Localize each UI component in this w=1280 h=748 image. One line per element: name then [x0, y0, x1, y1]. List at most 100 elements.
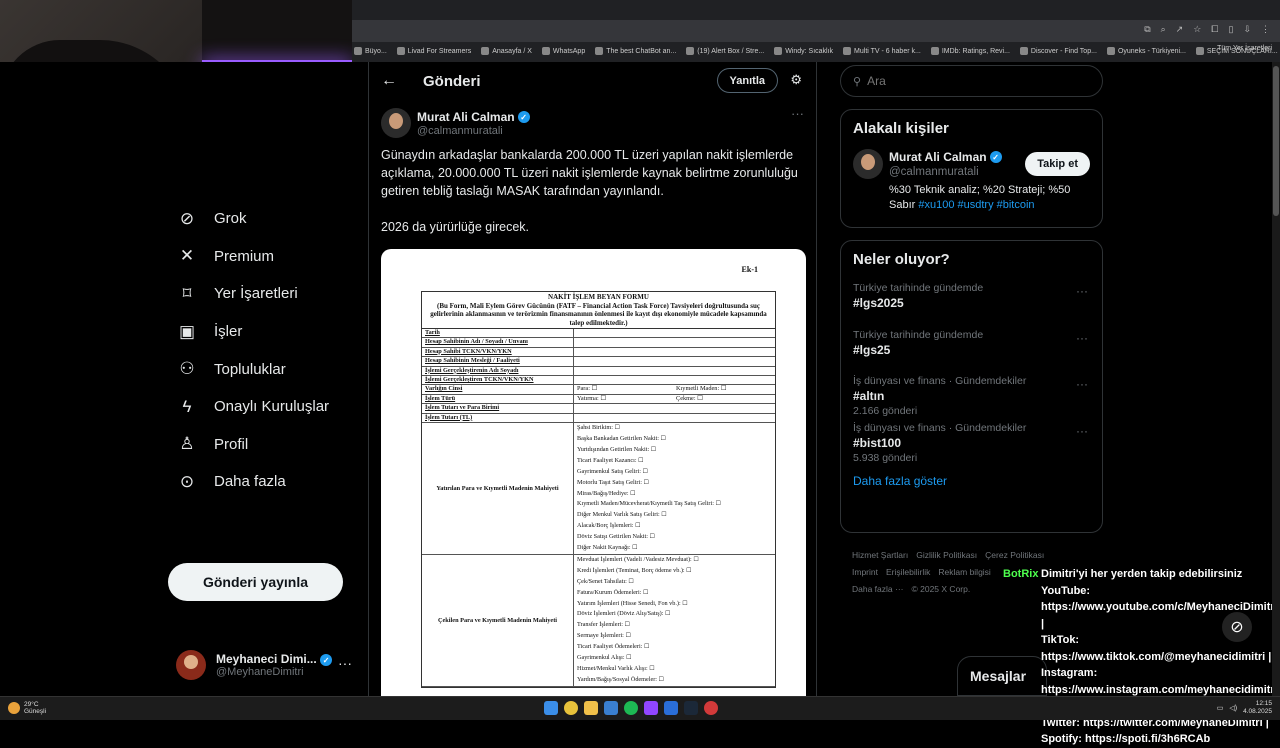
- address-bar[interactable]: [352, 20, 1280, 42]
- scrollbar[interactable]: [1272, 62, 1280, 696]
- author-avatar[interactable]: [381, 108, 411, 138]
- bookmark-item[interactable]: Büyo...: [354, 47, 387, 55]
- nav-item-4[interactable]: ▣ İşler: [168, 313, 358, 351]
- favicon-icon: [774, 47, 783, 55]
- post-button[interactable]: Gönderi yayınla: [168, 563, 343, 601]
- taskbar-apps: [544, 701, 718, 715]
- trends-card: Neler oluyor? Türkiye tarihinde gündemde…: [840, 240, 1103, 533]
- bookmark-item[interactable]: Anasayfa / X: [481, 47, 532, 55]
- trend-title: #lgs25: [853, 342, 891, 357]
- scrollbar-thumb[interactable]: [1273, 66, 1279, 216]
- install-icon[interactable]: ⧉: [1144, 24, 1150, 35]
- bio-hashtags[interactable]: #xu100 #usdtry #bitcoin: [918, 199, 1034, 211]
- weather-widget[interactable]: 29°C Güneşli: [8, 701, 46, 715]
- bookmark-item[interactable]: (19) Alert Box / Stre...: [686, 47, 764, 55]
- search-input[interactable]: [867, 74, 1068, 88]
- avatar[interactable]: [853, 149, 883, 179]
- more-dots-icon[interactable]: ···: [791, 106, 804, 121]
- trend-item[interactable]: Türkiye tarihinde gündemde #lgs25 ···: [841, 325, 1102, 372]
- footer-link[interactable]: Çerez Politikası: [985, 550, 1044, 560]
- more-dots-icon[interactable]: ···: [1076, 377, 1088, 391]
- extensions-icon[interactable]: ⧠: [1211, 24, 1218, 35]
- show-more-link[interactable]: Daha fazla göster: [841, 464, 1102, 496]
- clock[interactable]: 12:15 4.08.2025: [1243, 700, 1272, 716]
- row-label: İşlem Türü: [422, 394, 574, 404]
- volume-icon[interactable]: ◁): [1229, 704, 1237, 712]
- nav-label: Onaylı Kuruluşlar: [214, 398, 330, 416]
- spotify-icon[interactable]: [624, 701, 638, 715]
- related-person[interactable]: Murat Ali Calman ✓ @calmanmuratali %30 Te…: [841, 137, 1102, 217]
- search-box[interactable]: ⚲: [840, 65, 1103, 97]
- checkbox-option: Diğer Nakit Kaynağı: ☐: [577, 544, 638, 552]
- more-dots-icon[interactable]: ···: [1076, 284, 1088, 298]
- app-icon[interactable]: [704, 701, 718, 715]
- app-icon[interactable]: [664, 701, 678, 715]
- account-switcher[interactable]: Meyhaneci Dimi... ✓ @MeyhaneDimitri ···: [176, 645, 356, 685]
- page-title: Gönderi: [423, 72, 481, 90]
- bookmark-item[interactable]: IMDb: Ratings, Revi...: [930, 47, 1010, 55]
- share-icon[interactable]: ↗: [1176, 24, 1184, 35]
- zoom-icon[interactable]: ⌕: [1161, 24, 1166, 35]
- steam-icon[interactable]: [684, 701, 698, 715]
- network-icon[interactable]: ▭: [1217, 704, 1224, 712]
- app-icon[interactable]: [604, 701, 618, 715]
- filter-icon[interactable]: ⚙: [790, 72, 802, 88]
- author-handle[interactable]: @calmanmuratali: [417, 125, 503, 137]
- checkbox-option: Çekme: ☐: [676, 394, 703, 402]
- nav-item-6[interactable]: ϟ Onaylı Kuruluşlar: [168, 388, 358, 426]
- trend-item[interactable]: Türkiye tarihinde gündemde #lgs2025 ···: [841, 278, 1102, 325]
- follow-button[interactable]: Takip et: [1025, 152, 1090, 176]
- more-dots-icon[interactable]: ···: [1076, 331, 1088, 345]
- favicon-icon: [595, 47, 604, 55]
- footer-link[interactable]: Daha fazla ···: [852, 584, 904, 594]
- bookmark-item[interactable]: Discover - Find Top...: [1019, 47, 1097, 55]
- bookmark-item[interactable]: Oyuneks - Türkiyeni...: [1106, 47, 1186, 55]
- download-icon[interactable]: ⇩: [1243, 24, 1251, 35]
- all-bookmarks[interactable]: Tüm Yer İşaretleri: [1217, 45, 1272, 52]
- star-icon[interactable]: ☆: [1193, 24, 1201, 35]
- nav-item-8[interactable]: ⊙ Daha fazla: [168, 463, 358, 501]
- sidebar-icon[interactable]: ▯: [1229, 24, 1234, 35]
- windows-start-icon[interactable]: [544, 701, 558, 715]
- row-label: İşlemi Gerçekleştirenin Adı Soyadı: [422, 366, 574, 376]
- trend-item[interactable]: İş dünyası ve finans · Gündemdekiler #alt…: [841, 371, 1102, 418]
- more-dots-icon[interactable]: ···: [1076, 424, 1088, 438]
- trend-category: İş dünyası ve finans · Gündemdekiler: [853, 375, 1027, 387]
- nav-item-1[interactable]: ⊘ Grok: [168, 200, 358, 238]
- footer-link[interactable]: Hizmet Şartları: [852, 550, 908, 560]
- bookmark-item[interactable]: Livad For Streamers: [396, 47, 471, 55]
- trend-item[interactable]: İş dünyası ve finans · Gündemdekiler #bis…: [841, 418, 1102, 465]
- nav-item-5[interactable]: ⚇ Topluluklar: [168, 350, 358, 388]
- bookmark-item[interactable]: WhatsApp: [541, 47, 585, 55]
- footer-link[interactable]: Imprint: [852, 567, 878, 577]
- twitch-icon[interactable]: [644, 701, 658, 715]
- folder-icon[interactable]: [584, 701, 598, 715]
- checkbox-option: Ticari Faaliyet Kazancı: ☐: [577, 456, 644, 464]
- bookmark-item[interactable]: Windy: Sıcaklık: [774, 47, 833, 55]
- footer-link[interactable]: © 2025 X Corp.: [912, 584, 971, 594]
- favicon-icon: [1195, 47, 1204, 55]
- briefcase-icon: ▣: [178, 321, 196, 341]
- annex-label: Ek-1: [741, 265, 758, 274]
- related-people-card: Alakalı kişiler Murat Ali Calman ✓ @calma…: [840, 109, 1103, 228]
- footer-link[interactable]: Gizlilik Politikası: [916, 550, 977, 560]
- nav-item-3[interactable]: ⌑ Yer İşaretleri: [168, 275, 358, 313]
- footer-link[interactable]: Reklam bilgisi: [938, 567, 990, 577]
- checkbox-option: Fatura/Kurum Ödemeleri: ☐: [577, 588, 649, 596]
- footer-link[interactable]: Erişilebilirlik: [886, 567, 930, 577]
- tab-strip[interactable]: [352, 0, 1280, 20]
- trend-category: Türkiye tarihinde gündemde: [853, 328, 984, 341]
- chrome-icon[interactable]: [564, 701, 578, 715]
- bookmark-item[interactable]: Multi TV - 6 haber k...: [843, 47, 921, 55]
- checkbox-option: Hizmet/Menkul Varlık Alışı: ☐: [577, 665, 655, 672]
- back-arrow-icon[interactable]: ←: [381, 72, 401, 90]
- menu-icon[interactable]: ⋮: [1261, 24, 1270, 35]
- author-name[interactable]: Murat Ali Calman ✓: [417, 110, 530, 124]
- nav-item-7[interactable]: ♙ Profil: [168, 426, 358, 464]
- bookmark-item[interactable]: The best ChatBot an...: [595, 47, 676, 55]
- more-dots-icon[interactable]: ···: [338, 655, 352, 671]
- reply-button[interactable]: Yanıtla: [716, 68, 778, 93]
- post-image[interactable]: Ek-1 NAKİT İŞLEM BEYAN FORMU (Bu Form, M…: [381, 249, 806, 696]
- nav-item-2[interactable]: ✕ Premium: [168, 238, 358, 276]
- person-name[interactable]: Murat Ali Calman ✓: [889, 150, 1002, 164]
